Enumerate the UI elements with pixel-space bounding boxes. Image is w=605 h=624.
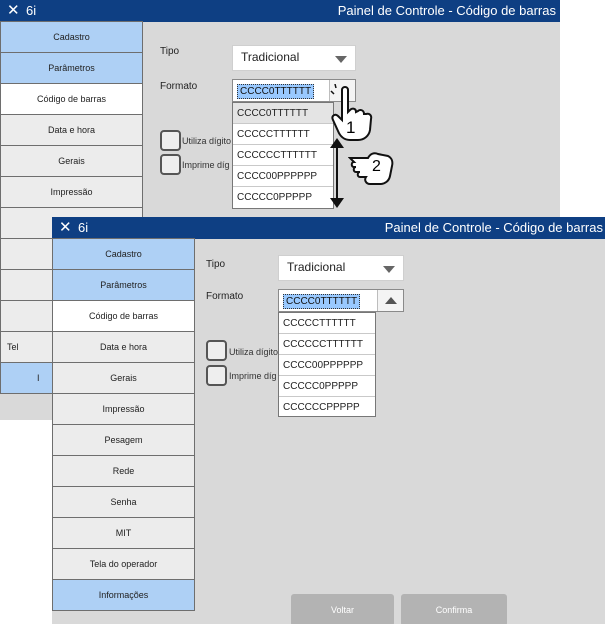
sidebar-item-mit[interactable]: MIT — [52, 517, 195, 549]
tipo-label: Tipo — [160, 46, 180, 57]
sidebar-item-data-e-hora[interactable]: Data e hora — [0, 114, 143, 146]
pointing-hand-icon — [348, 152, 394, 185]
tipo-select[interactable]: Tradicional — [232, 45, 356, 71]
sidebar-item-gerais[interactable]: Gerais — [52, 362, 195, 394]
imprime-digito-checkbox[interactable] — [206, 365, 227, 386]
sidebar-item-cadastro[interactable]: Cadastro — [52, 238, 195, 270]
app-name: 6i — [26, 3, 37, 18]
list-item[interactable]: CCCCCCTTTTTT — [279, 334, 375, 355]
sidebar-item-impressao[interactable]: Impressão — [52, 393, 195, 425]
list-item[interactable]: CCCC00PPPPPP — [233, 166, 333, 187]
sidebar-item-parametros[interactable]: Parâmetros — [52, 269, 195, 301]
window-title: Painel de Controle - Código de barras — [337, 3, 556, 18]
tipo-select[interactable]: Tradicional — [278, 255, 404, 281]
sidebar-item-cadastro[interactable]: Cadastro — [0, 21, 143, 53]
list-item[interactable]: CCCCCTTTTTT — [233, 124, 333, 145]
sidebar-item-codigo-de-barras[interactable]: Código de barras — [52, 300, 195, 332]
sidebar-item-senha[interactable]: Senha — [52, 486, 195, 518]
annotation-step-1: 1 — [346, 118, 356, 137]
tipo-value: Tradicional — [241, 50, 300, 64]
front-screenshot: ✕ 6i Painel de Controle - Código de barr… — [52, 217, 605, 624]
sidebar-item-rede[interactable]: Rede — [52, 455, 195, 487]
list-item[interactable]: CCCCCCPPPPP — [279, 397, 375, 418]
dropdown-button[interactable] — [377, 290, 403, 311]
voltar-button[interactable]: Voltar — [291, 594, 394, 624]
close-icon[interactable]: ✕ — [7, 2, 20, 20]
chevron-up-icon — [385, 297, 397, 304]
window-title: Painel de Controle - Código de barras — [384, 220, 603, 235]
annotation-step-2: 2 — [372, 158, 381, 175]
title-bar: ✕ 6i Painel de Controle - Código de barr… — [0, 0, 560, 22]
utiliza-digito-label: Utiliza dígito — [182, 136, 232, 146]
app-name: 6i — [78, 220, 89, 235]
utiliza-digito-checkbox[interactable] — [206, 340, 227, 361]
sidebar-item-tela-do-operador[interactable]: Tela do operador — [52, 548, 195, 580]
utiliza-digito-label: Utiliza dígito — [229, 347, 279, 357]
confirma-button[interactable]: Confirma — [401, 594, 507, 624]
list-item[interactable]: CCCCC0PPPPP — [279, 376, 375, 397]
chevron-down-icon — [335, 56, 347, 63]
list-item[interactable]: CCCCCTTTTTT — [279, 313, 375, 334]
formato-value: CCCC0TTTTTT — [283, 294, 361, 309]
sidebar-item-parametros[interactable]: Parâmetros — [0, 52, 143, 84]
close-icon[interactable]: ✕ — [59, 219, 72, 237]
tipo-value: Tradicional — [287, 260, 346, 274]
imprime-digito-label: Imprime díg — [229, 371, 277, 381]
scroll-gesture-icon — [330, 138, 344, 208]
formato-combo[interactable]: CCCC0TTTTTT — [278, 289, 404, 312]
imprime-digito-checkbox[interactable] — [160, 154, 181, 175]
tipo-label: Tipo — [206, 259, 226, 270]
chevron-down-icon — [383, 266, 395, 273]
sidebar-item-informacoes[interactable]: Informações — [52, 579, 195, 611]
utiliza-digito-checkbox[interactable] — [160, 130, 181, 151]
list-item[interactable]: CCCC0TTTTTT — [233, 103, 333, 124]
sidebar-item-impressao[interactable]: Impressão — [0, 176, 143, 208]
list-item[interactable]: CCCCC0PPPPP — [233, 187, 333, 208]
sidebar-item-pesagem[interactable]: Pesagem — [52, 424, 195, 456]
imprime-digito-label: Imprime díg — [182, 160, 230, 170]
formato-options-list: CCCC0TTTTTT CCCCCTTTTTT CCCCCCTTTTTT CCC… — [232, 102, 334, 209]
sidebar: Cadastro Parâmetros Código de barras Dat… — [52, 238, 195, 624]
formato-value: CCCC0TTTTTT — [237, 84, 315, 99]
sidebar-item-data-e-hora[interactable]: Data e hora — [52, 331, 195, 363]
formato-label: Formato — [206, 291, 244, 302]
list-item[interactable]: CCCC00PPPPPP — [279, 355, 375, 376]
list-item[interactable]: CCCCCCTTTTTT — [233, 145, 333, 166]
formato-options-list: CCCCCTTTTTT CCCCCCTTTTTT CCCC00PPPPPP CC… — [278, 312, 376, 417]
formato-label: Formato — [160, 81, 198, 92]
title-bar: ✕ 6i Painel de Controle - Código de barr… — [52, 217, 605, 239]
sidebar-item-gerais[interactable]: Gerais — [0, 145, 143, 177]
sidebar-item-codigo-de-barras[interactable]: Código de barras — [0, 83, 143, 115]
